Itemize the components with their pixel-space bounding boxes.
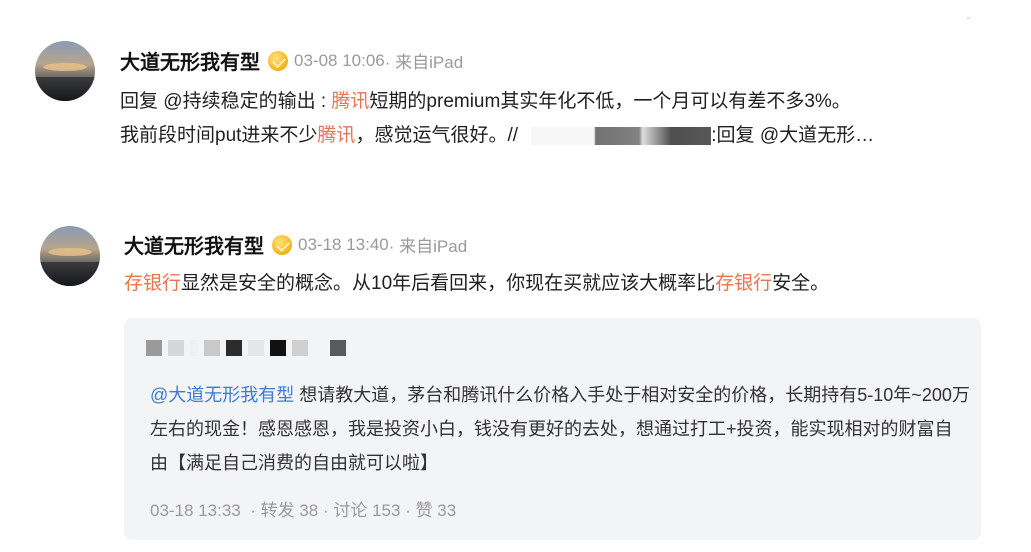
stock-tag-tencent[interactable]: 腾讯 — [331, 91, 369, 112]
text-span: ，感觉运气很好。// — [355, 125, 518, 146]
quoted-post-text: @大道无形我有型 想请教大道，茅台和腾讯什么价格入手处于相对安全的价格，长期持有… — [150, 378, 970, 480]
repost-count[interactable]: · 转发 38 — [250, 501, 318, 520]
post-source: · 来自iPad — [388, 237, 468, 256]
mention-link[interactable]: @大道无形我有型 — [150, 385, 294, 405]
like-count[interactable]: · 赞 33 — [405, 501, 456, 520]
text-span: 安全。 — [772, 273, 830, 294]
stock-tag-tencent[interactable]: 腾讯 — [317, 125, 355, 146]
author-name[interactable]: 大道无形我有型 — [124, 230, 264, 259]
redacted-username — [531, 126, 712, 145]
text-span: 显然是安全的概念。从10年后看回来，你现在买就应该大概率比 — [181, 273, 716, 294]
text-span: 我前段时间put进来不少 — [120, 125, 318, 146]
quoted-post-card[interactable]: @大道无形我有型 想请教大道，茅台和腾讯什么价格入手处于相对安全的价格，长期持有… — [124, 318, 981, 540]
post-text-line-1: 回复 @持续稳定的输出 : 腾讯短期的premium其实年化不低，一个月可以有差… — [120, 86, 851, 118]
stock-tag-bank[interactable]: 存银行 — [124, 273, 181, 294]
avatar[interactable] — [40, 226, 100, 286]
vip-badge-icon — [272, 234, 292, 255]
post-text-line-2: 我前段时间put进来不少腾讯，感觉运气很好。// :回复 @大道无形… — [120, 120, 874, 152]
avatar[interactable] — [35, 41, 95, 101]
author-name[interactable]: 大道无形我有型 — [120, 46, 260, 75]
post-source: · 来自iPad — [384, 53, 464, 72]
post-text: 存银行显然是安全的概念。从10年后看回来，你现在买就应该大概率比存银行安全。 — [124, 268, 829, 300]
quoted-post-stats: 03-18 13:33 · 转发 38 · 讨论 153 · 赞 33 — [150, 496, 456, 521]
comment-count[interactable]: · 讨论 153 — [323, 501, 400, 520]
text-span: 短期的premium其实年化不低，一个月可以有差不多3%。 — [369, 91, 851, 112]
vip-badge-icon — [268, 50, 288, 71]
quoted-post-time[interactable]: 03-18 13:33 — [150, 501, 241, 520]
post-time[interactable]: 03-18 13:40 — [298, 235, 389, 255]
stock-tag-bank[interactable]: 存银行 — [715, 273, 772, 294]
text-span: :回复 @大道无形… — [711, 125, 875, 146]
corner-mark: ’’ — [966, 16, 971, 27]
post-time[interactable]: 03-08 10:06 — [294, 51, 385, 71]
post-header: 大道无形我有型 03-08 10:06 · 来自iPad — [120, 46, 463, 75]
reply-prefix: 回复 @持续稳定的输出 : — [120, 91, 332, 112]
redacted-quoted-username — [146, 340, 346, 356]
post-header: 大道无形我有型 03-18 13:40 · 来自iPad — [124, 230, 467, 259]
